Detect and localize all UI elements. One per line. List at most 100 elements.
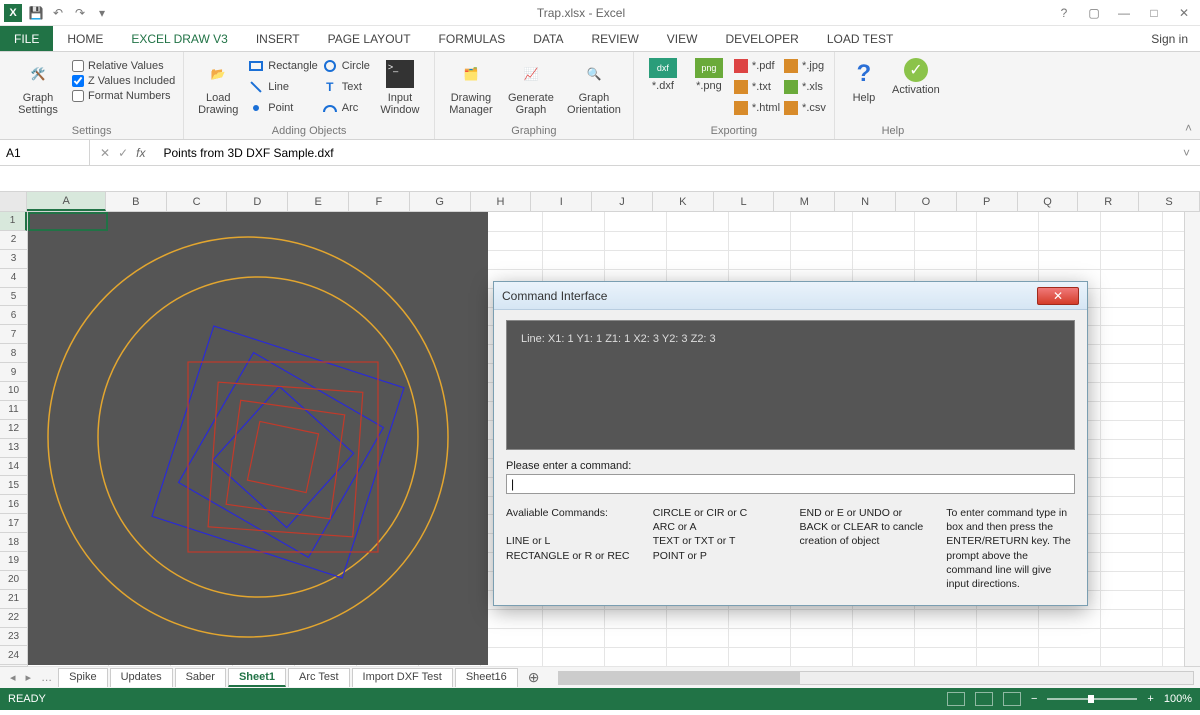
z-values-checkbox[interactable]: Z Values Included bbox=[72, 75, 175, 87]
fx-icon[interactable]: fx bbox=[136, 146, 145, 160]
redo-icon[interactable]: ↷ bbox=[72, 5, 88, 21]
vertical-scrollbar[interactable] bbox=[1184, 212, 1200, 666]
sheet-tab-spike[interactable]: Spike bbox=[58, 668, 108, 687]
col-header-C[interactable]: C bbox=[167, 192, 228, 211]
row-header-23[interactable]: 23 bbox=[0, 628, 27, 647]
col-header-G[interactable]: G bbox=[410, 192, 471, 211]
row-header-5[interactable]: 5 bbox=[0, 288, 27, 307]
sheet-tab-saber[interactable]: Saber bbox=[175, 668, 226, 687]
col-header-E[interactable]: E bbox=[288, 192, 349, 211]
export-jpg-button[interactable]: *.jpg bbox=[784, 56, 826, 76]
row-header-11[interactable]: 11 bbox=[0, 401, 27, 420]
row-header-7[interactable]: 7 bbox=[0, 325, 27, 344]
save-icon[interactable]: 💾 bbox=[28, 5, 44, 21]
row-header-9[interactable]: 9 bbox=[0, 363, 27, 382]
new-sheet-button[interactable]: ⊕ bbox=[520, 669, 548, 686]
export-xls-button[interactable]: *.xls bbox=[784, 77, 826, 97]
export-pdf-button[interactable]: *.pdf bbox=[734, 56, 780, 76]
sheet-tab-updates[interactable]: Updates bbox=[110, 668, 173, 687]
generate-graph-button[interactable]: 📈 Generate Graph bbox=[503, 56, 559, 118]
sheet-tab-import-dxf-test[interactable]: Import DXF Test bbox=[352, 668, 453, 687]
tab-page-layout[interactable]: PAGE LAYOUT bbox=[314, 26, 425, 51]
row-header-4[interactable]: 4 bbox=[0, 269, 27, 288]
row-header-2[interactable]: 2 bbox=[0, 231, 27, 250]
input-window-button[interactable]: >_ Input Window bbox=[374, 56, 426, 118]
zoom-in-button[interactable]: + bbox=[1147, 693, 1153, 705]
tab-developer[interactable]: DEVELOPER bbox=[711, 26, 812, 51]
sheet-nav-next-icon[interactable]: ▸ bbox=[22, 671, 36, 684]
export-txt-button[interactable]: *.txt bbox=[734, 77, 780, 97]
row-header-13[interactable]: 13 bbox=[0, 439, 27, 458]
sheet-tab-sheet1[interactable]: Sheet1 bbox=[228, 668, 286, 687]
graph-settings-button[interactable]: 🛠️ Graph Settings bbox=[8, 56, 68, 118]
col-header-A[interactable]: A bbox=[27, 192, 105, 211]
point-button[interactable]: Point bbox=[248, 98, 318, 118]
row-header-15[interactable]: 15 bbox=[0, 476, 27, 495]
sheet-nav-prev-icon[interactable]: ◂ bbox=[6, 671, 20, 684]
name-box[interactable] bbox=[0, 140, 90, 165]
col-header-K[interactable]: K bbox=[653, 192, 714, 211]
col-header-Q[interactable]: Q bbox=[1018, 192, 1079, 211]
col-header-P[interactable]: P bbox=[957, 192, 1018, 211]
row-header-17[interactable]: 17 bbox=[0, 514, 27, 533]
export-html-button[interactable]: *.html bbox=[734, 98, 780, 118]
row-header-8[interactable]: 8 bbox=[0, 344, 27, 363]
col-header-D[interactable]: D bbox=[227, 192, 288, 211]
dialog-titlebar[interactable]: Command Interface ✕ bbox=[494, 282, 1087, 310]
select-all-corner[interactable] bbox=[0, 192, 27, 211]
text-button[interactable]: TText bbox=[322, 77, 370, 97]
export-dxf-button[interactable]: dxf *.dxf bbox=[642, 56, 684, 94]
row-header-18[interactable]: 18 bbox=[0, 533, 27, 552]
collapse-ribbon-icon[interactable]: ˄ bbox=[1177, 117, 1200, 139]
zoom-out-button[interactable]: − bbox=[1031, 693, 1037, 705]
normal-view-button[interactable] bbox=[947, 692, 965, 706]
col-header-F[interactable]: F bbox=[349, 192, 410, 211]
row-header-12[interactable]: 12 bbox=[0, 420, 27, 439]
page-layout-view-button[interactable] bbox=[975, 692, 993, 706]
col-header-S[interactable]: S bbox=[1139, 192, 1200, 211]
load-drawing-button[interactable]: 📂 Load Drawing bbox=[192, 56, 244, 118]
col-header-J[interactable]: J bbox=[592, 192, 653, 211]
tab-insert[interactable]: INSERT bbox=[242, 26, 314, 51]
dialog-close-button[interactable]: ✕ bbox=[1037, 287, 1079, 305]
sheet-tab-sheet16[interactable]: Sheet16 bbox=[455, 668, 518, 687]
format-numbers-checkbox[interactable]: Format Numbers bbox=[72, 90, 175, 102]
enter-icon[interactable]: ✓ bbox=[118, 146, 128, 160]
sheet-nav-more-icon[interactable]: … bbox=[37, 672, 56, 684]
tab-formulas[interactable]: FORMULAS bbox=[425, 26, 520, 51]
help-button[interactable]: ? Help bbox=[843, 56, 885, 106]
col-header-B[interactable]: B bbox=[106, 192, 167, 211]
help-icon[interactable]: ? bbox=[1052, 6, 1076, 20]
tab-review[interactable]: REVIEW bbox=[577, 26, 652, 51]
formula-input[interactable] bbox=[155, 140, 1173, 165]
row-header-19[interactable]: 19 bbox=[0, 552, 27, 571]
row-header-6[interactable]: 6 bbox=[0, 306, 27, 325]
relative-values-checkbox[interactable]: Relative Values bbox=[72, 60, 175, 72]
row-header-21[interactable]: 21 bbox=[0, 590, 27, 609]
rectangle-button[interactable]: Rectangle bbox=[248, 56, 318, 76]
qat-dropdown-icon[interactable]: ▾ bbox=[94, 5, 110, 21]
tab-home[interactable]: HOME bbox=[53, 26, 117, 51]
pagebreak-view-button[interactable] bbox=[1003, 692, 1021, 706]
circle-button[interactable]: Circle bbox=[322, 56, 370, 76]
tab-file[interactable]: FILE bbox=[0, 26, 53, 51]
cancel-icon[interactable]: ✕ bbox=[100, 146, 110, 160]
sign-in-link[interactable]: Sign in bbox=[1139, 26, 1200, 51]
row-header-22[interactable]: 22 bbox=[0, 609, 27, 628]
maximize-icon[interactable]: □ bbox=[1142, 6, 1166, 20]
command-input[interactable] bbox=[506, 474, 1075, 494]
formula-expand-icon[interactable]: ˅ bbox=[1173, 146, 1200, 160]
close-icon[interactable]: ✕ bbox=[1172, 6, 1196, 20]
activation-button[interactable]: ✓ Activation bbox=[889, 56, 943, 98]
ribbon-options-icon[interactable]: ▢ bbox=[1082, 6, 1106, 20]
horizontal-scrollbar[interactable] bbox=[558, 671, 1194, 685]
zoom-slider[interactable] bbox=[1047, 698, 1137, 700]
minimize-icon[interactable]: — bbox=[1112, 6, 1136, 20]
tab-load-test[interactable]: LOAD TEST bbox=[813, 26, 907, 51]
col-header-R[interactable]: R bbox=[1078, 192, 1139, 211]
sheet-tab-arc-test[interactable]: Arc Test bbox=[288, 668, 350, 687]
graph-orientation-button[interactable]: 🔍 Graph Orientation bbox=[563, 56, 625, 118]
drawing-manager-button[interactable]: 🗂️ Drawing Manager bbox=[443, 56, 499, 118]
col-header-M[interactable]: M bbox=[774, 192, 835, 211]
row-header-1[interactable]: 1 bbox=[0, 212, 27, 231]
